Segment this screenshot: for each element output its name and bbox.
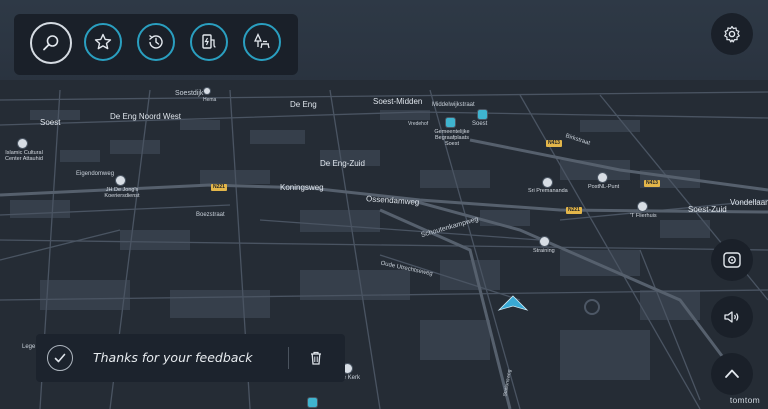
map-label-middelwijkstraat: Middelwijkstraat xyxy=(432,102,475,108)
poi-flierhuis-label: 'T Flierhuis xyxy=(630,213,657,219)
poi-sri-label: Sri Premananda xyxy=(528,188,568,194)
delete-feedback-button[interactable] xyxy=(306,348,326,368)
poi-begraafplaats-label: Gemeentelijke Begraafplaats Soest xyxy=(434,129,470,147)
poi-bottom-marker[interactable] xyxy=(308,398,317,407)
ev-charging-button[interactable] xyxy=(190,23,228,61)
speed-camera-button[interactable] xyxy=(711,239,753,281)
rest-area-icon xyxy=(253,32,270,49)
poi-begraafplaats-marker[interactable] xyxy=(446,118,455,127)
poi-flierhuis-marker[interactable] xyxy=(638,202,647,211)
map-label-soest-w: Soest xyxy=(40,118,61,127)
poi-straining-marker[interactable] xyxy=(540,237,549,246)
map-label-de-eng: De Eng xyxy=(290,100,317,109)
poi-hema-marker[interactable] xyxy=(204,88,210,94)
brand-logo: tomtom xyxy=(729,395,760,405)
poi-koeriersdienst-marker[interactable] xyxy=(116,176,125,185)
trash-icon xyxy=(311,351,321,365)
poi-soest-station-marker[interactable] xyxy=(478,110,487,119)
rest-area-button[interactable] xyxy=(243,23,281,61)
toast-message: Thanks for your feedback xyxy=(93,350,253,365)
checkmark-badge xyxy=(47,345,73,371)
sound-button[interactable] xyxy=(711,296,753,338)
map-label-soest-zuid: Soest-Zuid xyxy=(688,205,727,214)
search-button[interactable] xyxy=(30,22,72,64)
recent-button[interactable] xyxy=(137,23,175,61)
road-shield-n413: N413 xyxy=(644,180,660,187)
map-label-soest-c: Soest xyxy=(472,121,488,127)
checkmark-icon xyxy=(54,353,66,363)
expand-panel-button[interactable] xyxy=(711,353,753,395)
ev-charging-icon xyxy=(202,34,216,49)
map-label-legend: Lege xyxy=(22,344,36,350)
chevron-up-icon xyxy=(725,369,739,378)
poi-postnl-label: PostNL-Punt xyxy=(588,184,620,190)
speaker-icon xyxy=(724,311,739,323)
map-label-vredehof: Vredehof xyxy=(408,121,429,127)
map-label-soestdijk: Soestdijk xyxy=(175,90,204,97)
poi-postnl-marker[interactable] xyxy=(598,173,607,182)
gear-icon xyxy=(724,25,740,43)
map-label-soest-midden: Soest-Midden xyxy=(373,97,423,106)
toast-divider xyxy=(288,347,289,369)
poi-islamic-center-label: Islamic Cultural Center Attauhid xyxy=(5,150,43,162)
road-shield-n221: N221 xyxy=(211,184,227,191)
map-label-de-eng-zuid: De Eng-Zuid xyxy=(320,159,365,168)
map-label-vondellaan: Vondellaan xyxy=(730,198,768,207)
settings-button[interactable] xyxy=(711,13,753,55)
star-icon xyxy=(94,33,112,50)
search-icon xyxy=(43,35,59,51)
road-shield-n413: N413 xyxy=(546,140,562,147)
road-shield-n221: N221 xyxy=(566,207,582,214)
poi-straining-label: Straining xyxy=(533,248,555,254)
map-label-eigendomweg: Eigendomweg xyxy=(76,171,115,177)
history-icon xyxy=(149,34,163,49)
speed-camera-icon xyxy=(723,252,741,268)
map-label-hema: Hema xyxy=(203,97,217,103)
map-label-boezstraat: Boezstraat xyxy=(196,212,225,218)
map-label-de-eng-noord-west: De Eng Noord West xyxy=(110,112,181,121)
feedback-toast: Thanks for your feedback xyxy=(36,334,345,382)
poi-islamic-center-marker[interactable] xyxy=(18,139,27,148)
quick-actions-toolbar xyxy=(14,14,298,75)
poi-sri-marker[interactable] xyxy=(543,178,552,187)
favorites-button[interactable] xyxy=(84,23,122,61)
map-label-koningsweg: Koningsweg xyxy=(280,183,324,192)
poi-koeriersdienst-label: JH De Jong's Koeriersdienst xyxy=(104,187,140,199)
